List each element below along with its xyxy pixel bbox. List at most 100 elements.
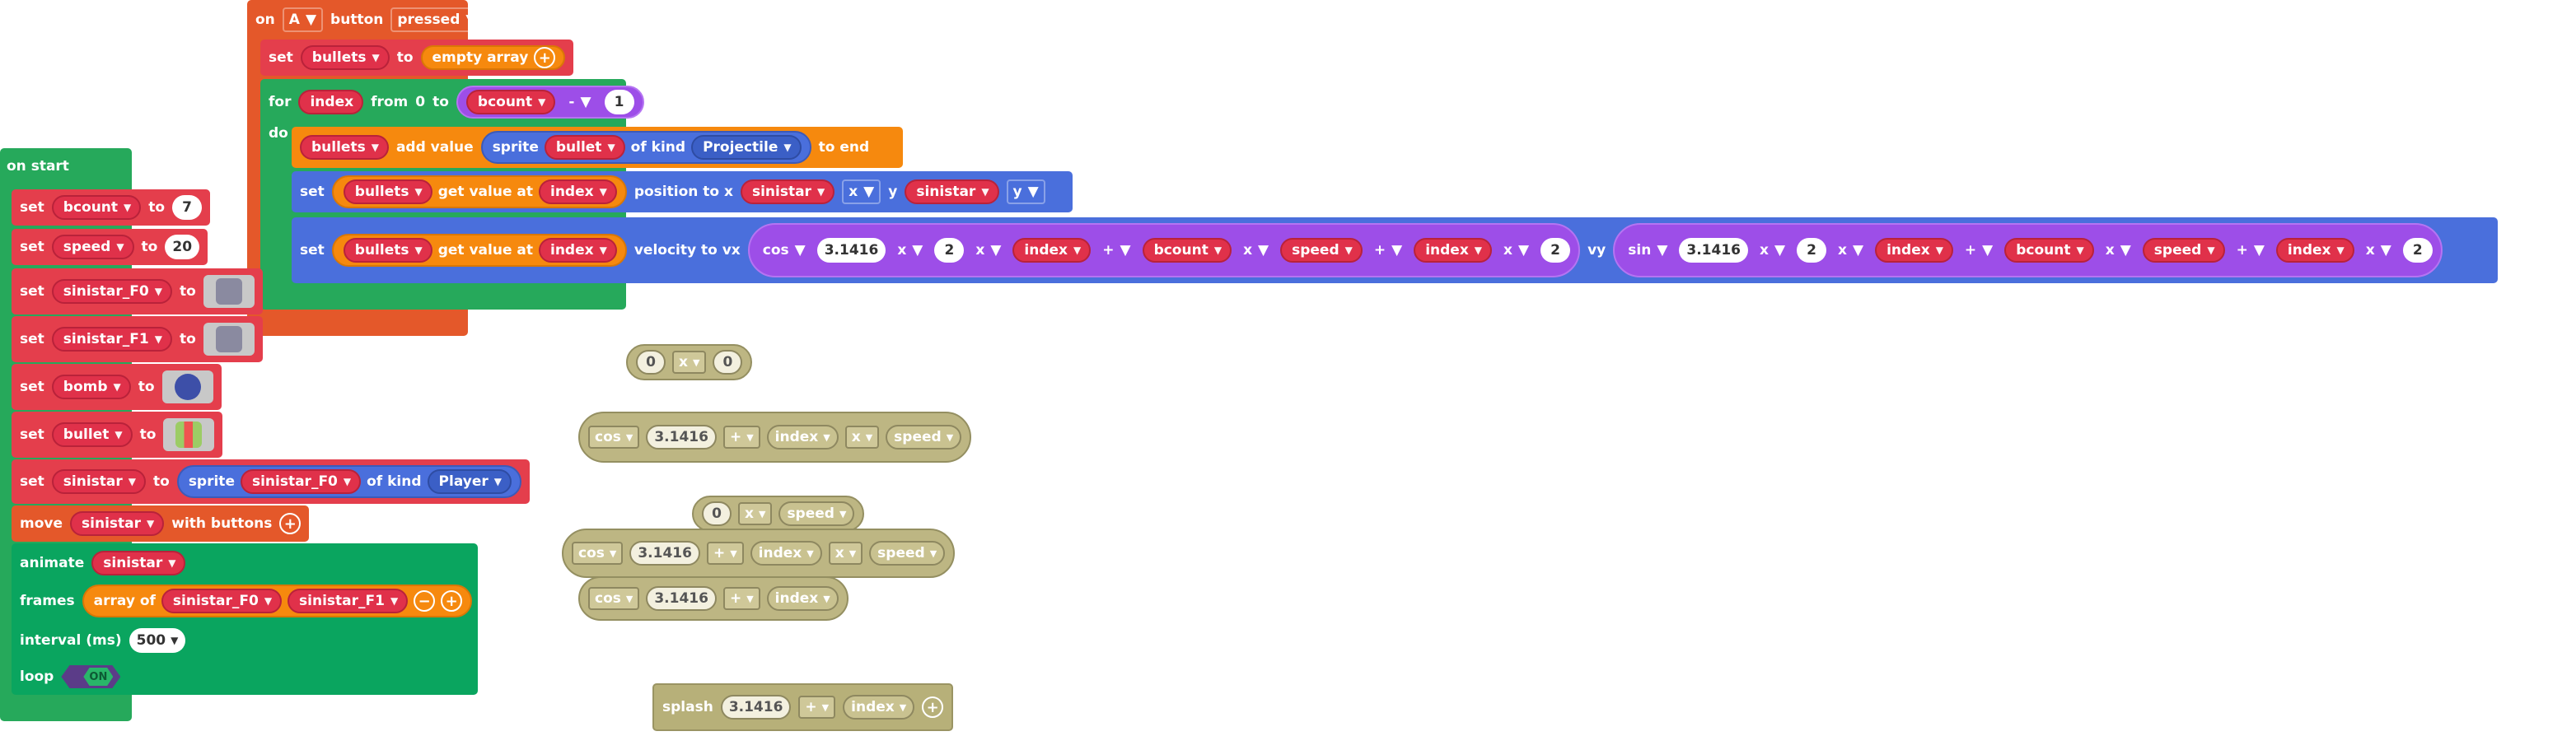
set-bullet-block[interactable]: set bullet ▼ to [12,412,223,458]
number-input[interactable]: 2 [934,238,965,263]
set-sinistar-sprite-block[interactable]: set sinistar ▼ to sprite sinistar_F0 ▼ of … [12,459,530,504]
vx-expression[interactable]: cos ▼ 3.1416 x ▼ 2 x ▼ index ▼ + ▼ bcount ▼ x ▼… [747,223,1581,277]
operator-dropdown[interactable]: x ▼ [672,351,707,374]
number-input[interactable]: 1 [604,90,634,114]
number-input[interactable]: 0 [702,501,732,526]
index-var[interactable]: index ▼ [1875,238,1953,263]
array-of-block[interactable]: array of sinistar_F0 ▼ sinistar_F1 ▼ − + [82,585,473,617]
bullets-var[interactable]: bullets ▼ [300,45,390,70]
operator-dropdown[interactable]: x ▼ [970,238,1006,263]
operator-dropdown[interactable]: + ▼ [798,696,836,719]
ghost-cos-expression[interactable]: cos ▼ 3.1416 + ▼ index ▼ x ▼ speed ▼ [578,412,972,463]
image-picker[interactable] [203,323,255,356]
sinistar-var[interactable]: sinistar ▼ [70,511,165,536]
bcount-var[interactable]: bcount ▼ [465,90,556,114]
sprite-create-block[interactable]: sprite bullet ▼ of kind Projectile ▼ [480,131,811,164]
array-get-block[interactable]: bullets ▼ get value at index ▼ [331,175,627,208]
array-push-block[interactable]: bullets ▼ add value sprite bullet ▼ of kin… [292,127,903,168]
index-var[interactable]: index ▼ [766,425,839,450]
trig-dropdown[interactable]: cos ▼ [588,587,640,610]
operator-dropdown[interactable]: x ▼ [828,542,863,565]
sinistar-y-var[interactable]: sinistar ▼ [905,179,999,204]
number-input[interactable]: 2 [2402,238,2433,263]
ghost-cos-index-expression[interactable]: cos ▼ 3.1416 + ▼ index ▼ [578,576,849,621]
ghost-splash-block[interactable]: splash 3.1416 + ▼ index ▼ + [652,683,954,731]
event-dropdown[interactable]: pressed ▼ [390,7,484,32]
sinistar-var[interactable]: sinistar ▼ [91,551,186,575]
bomb-var[interactable]: bomb ▼ [51,375,131,399]
number-input[interactable]: 3.1416 [816,238,886,263]
number-input[interactable]: 3.1416 [1679,238,1748,263]
operator-dropdown[interactable]: x ▼ [2361,238,2396,263]
index-var[interactable]: index ▼ [766,586,839,611]
number-input[interactable]: 2 [1540,238,1571,263]
index-var[interactable]: index ▼ [539,179,617,204]
set-speed-block[interactable]: set speed ▼ to 20 [12,229,208,265]
operator-dropdown[interactable]: x ▼ [892,238,928,263]
move-with-buttons-block[interactable]: move sinistar ▼ with buttons + [12,505,310,542]
sinistar-x-var[interactable]: sinistar ▼ [740,179,835,204]
bullets-var[interactable]: bullets ▼ [343,179,432,204]
empty-array-block[interactable]: empty array + [420,45,566,70]
number-input[interactable]: 3.1416 [646,425,717,450]
bcount-var[interactable]: bcount ▼ [1142,238,1232,263]
speed-var[interactable]: speed ▼ [2142,238,2225,263]
index-var[interactable]: index [298,90,364,114]
index-var[interactable]: index ▼ [2275,238,2354,263]
number-input[interactable]: 20 [165,235,200,259]
trig-dropdown[interactable]: sin ▼ [1623,238,1672,263]
operator-dropdown[interactable]: + ▼ [1369,238,1407,263]
number-input[interactable]: 3.1416 [720,695,792,720]
operator-dropdown[interactable]: - ▼ [563,90,596,114]
operator-dropdown[interactable]: + ▼ [722,426,760,449]
remove-icon[interactable]: − [414,590,436,612]
vy-expression[interactable]: sin ▼ 3.1416 x ▼ 2 x ▼ index ▼ + ▼ bcount ▼ x ▼… [1613,223,2443,277]
sinistar-f1-var[interactable]: sinistar_F1 ▼ [51,327,172,352]
operator-dropdown[interactable]: x ▼ [738,502,773,525]
bcount-var[interactable]: bcount ▼ [2004,238,2094,263]
bullet-var[interactable]: bullet ▼ [544,135,625,160]
x-prop-dropdown[interactable]: x ▼ [842,179,881,204]
ghost-multiply-block[interactable]: 0 x ▼ 0 [626,344,753,380]
index-var[interactable]: index ▼ [539,238,617,263]
speed-var[interactable]: speed ▼ [1280,238,1363,263]
bullets-var[interactable]: bullets ▼ [300,135,389,160]
interval-dropdown[interactable]: 500 ▼ [129,628,186,653]
speed-var[interactable]: speed ▼ [778,501,855,526]
index-var[interactable]: index ▼ [750,541,822,566]
ghost-multiply-speed-block[interactable]: 0 x ▼ speed ▼ [692,496,865,532]
kind-dropdown[interactable]: Player ▼ [427,469,512,494]
add-icon[interactable]: + [534,47,556,68]
image-picker[interactable] [161,370,213,403]
loop-toggle[interactable]: ON [61,665,121,688]
sinistar-var[interactable]: sinistar ▼ [51,469,146,494]
bullet-var[interactable]: bullet ▼ [51,422,133,447]
sinistar-f0-var[interactable]: sinistar_F0 ▼ [51,279,172,304]
number-input[interactable]: 2 [1797,238,1827,263]
operator-dropdown[interactable]: + ▼ [1097,238,1135,263]
operator-dropdown[interactable]: x ▼ [1498,238,1534,263]
set-position-block[interactable]: set bullets ▼ get value at index ▼ positio… [292,171,1073,212]
set-bullets-block[interactable]: set bullets ▼ to empty array + [260,40,574,76]
set-bomb-block[interactable]: set bomb ▼ to [12,364,222,410]
operator-dropdown[interactable]: + ▼ [1960,238,1998,263]
set-sinistar-f1-block[interactable]: set sinistar_F1 ▼ to [12,316,263,362]
trig-dropdown[interactable]: cos ▼ [588,426,640,449]
ghost-cos-speed-expression[interactable]: cos ▼ 3.1416 + ▼ index ▼ x ▼ speed ▼ [562,529,956,578]
bcount-var[interactable]: bcount ▼ [51,195,142,220]
operator-dropdown[interactable]: x ▼ [844,426,880,449]
minus-block[interactable]: bcount ▼ - ▼ 1 [456,86,644,119]
set-bcount-block[interactable]: set bcount ▼ to 7 [12,189,211,226]
operator-dropdown[interactable]: + ▼ [2232,238,2270,263]
number-input[interactable]: 7 [172,195,203,220]
set-sinistar-f0-block[interactable]: set sinistar_F0 ▼ to [12,268,263,314]
bullets-var[interactable]: bullets ▼ [343,238,432,263]
add-icon[interactable]: + [922,696,944,718]
kind-dropdown[interactable]: Projectile ▼ [691,135,802,160]
operator-dropdown[interactable]: x ▼ [2101,238,2136,263]
add-icon[interactable]: + [279,513,302,534]
trig-dropdown[interactable]: cos ▼ [572,542,624,565]
number-input[interactable]: 3.1416 [629,541,700,566]
index-var[interactable]: index ▼ [1414,238,1493,263]
number-input[interactable]: 3.1416 [646,586,717,611]
